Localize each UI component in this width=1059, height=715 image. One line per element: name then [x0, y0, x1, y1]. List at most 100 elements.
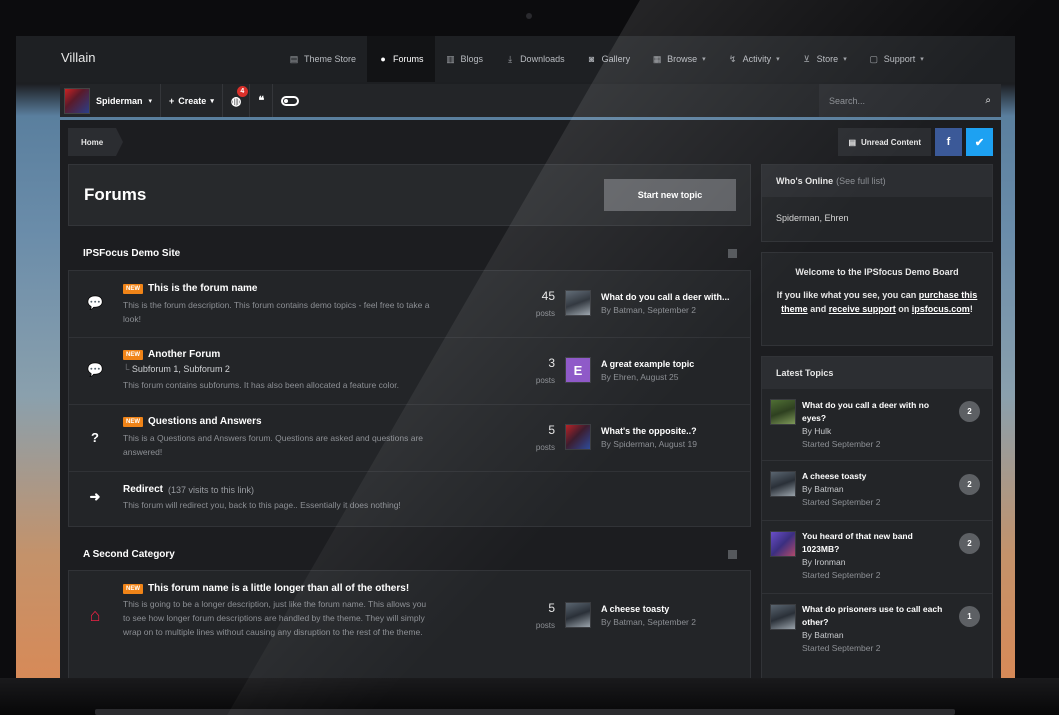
ipsfocus-link[interactable]: ipsfocus.com	[912, 304, 970, 314]
last-poster-avatar[interactable]	[565, 424, 591, 450]
new-badge: NEW	[123, 583, 143, 594]
twitter-button[interactable]: t✔	[966, 128, 993, 156]
forum-row[interactable]: 💬 NEW This is the forum name This is the …	[69, 271, 750, 338]
nav-blogs[interactable]: ▥ Blogs	[435, 36, 495, 82]
category-forums: ⌂ NEW This forum name is a little longer …	[68, 570, 751, 678]
collapse-icon[interactable]	[728, 550, 737, 559]
latest-topic-item[interactable]: You heard of that new band 1023MB? By Iro…	[762, 521, 992, 594]
create-button[interactable]: + Create ▾	[161, 84, 223, 117]
question-icon: ?	[91, 430, 99, 445]
nav-forums[interactable]: ● Forums	[367, 36, 435, 82]
chevron-down-icon: ▾	[148, 97, 153, 105]
topic-title[interactable]: What do you call a deer with no eyes?	[802, 399, 947, 425]
forum-title[interactable]: NEW This forum name is a little longer th…	[123, 583, 409, 594]
topic-author: By Hulk	[802, 426, 832, 436]
nav-label: Browse	[667, 54, 698, 64]
nav-items: ▤ Theme Store ● Forums ▥ Blogs ⤓ Downloads ◙…	[278, 36, 935, 82]
post-count: 45 posts	[515, 289, 555, 321]
avatar[interactable]	[770, 531, 796, 557]
post-count-value: 5	[548, 423, 555, 437]
theme-toggle[interactable]	[273, 84, 307, 117]
nav-downloads[interactable]: ⤓ Downloads	[494, 36, 576, 82]
grid-icon: ▦	[652, 53, 662, 64]
reply-count-badge: 2	[959, 474, 980, 495]
notifications-button[interactable]: ◍ 4	[223, 84, 251, 117]
avatar[interactable]	[770, 399, 796, 425]
nav-label: Store	[816, 54, 839, 64]
category-title[interactable]: A Second Category	[83, 549, 175, 560]
nav-browse[interactable]: ▦ Browse ▾	[641, 36, 717, 82]
avatar[interactable]	[770, 471, 796, 497]
search-placeholder: Search...	[829, 95, 866, 106]
post-count: 5 posts	[515, 601, 555, 633]
forum-row[interactable]: 💬 NEW Another Forum └ Subforum 1, Subforu…	[69, 338, 750, 405]
nav-gallery[interactable]: ◙ Gallery	[576, 36, 642, 82]
category-title[interactable]: IPSFocus Demo Site	[83, 248, 180, 259]
toggle-icon	[281, 95, 300, 106]
online-users[interactable]: Spiderman, Ehren	[762, 197, 992, 223]
chevron-down-icon: ▾	[920, 56, 924, 63]
nav-theme-store[interactable]: ▤ Theme Store	[278, 36, 367, 82]
messages-button[interactable]: ❝	[250, 84, 274, 117]
last-post-title[interactable]: A cheese toasty	[601, 604, 669, 614]
widget-title: Latest Topics	[762, 357, 992, 389]
latest-topic-text: What do you call a deer with no eyes? By …	[802, 399, 947, 451]
forum-name: This is the forum name	[148, 283, 258, 294]
site-brand[interactable]: Villain	[61, 50, 95, 65]
forum-title[interactable]: NEW Another Forum	[123, 349, 220, 360]
forum-row[interactable]: ➜ Redirect (137 visits to this link) This…	[69, 472, 750, 526]
breadcrumb-home[interactable]: Home	[68, 128, 124, 156]
last-post-title[interactable]: A great example topic	[601, 359, 694, 369]
subforum-links[interactable]: Subforum 1, Subforum 2	[132, 364, 230, 374]
forum-row[interactable]: ⌂ NEW This forum name is a little longer …	[69, 571, 750, 678]
collapse-icon[interactable]	[728, 249, 737, 258]
forum-title[interactable]: NEW This is the forum name	[123, 283, 257, 294]
chat-icon: ●	[380, 54, 386, 64]
latest-topic-item[interactable]: A cheese toasty By Batman Started Septembe…	[762, 461, 992, 521]
breadcrumb-bar: Home ▤ Unread Content f t✔	[68, 128, 993, 156]
category-forums: 💬 NEW This is the forum name This is the …	[68, 270, 751, 527]
search-icon[interactable]: ⌕	[985, 95, 991, 106]
post-count: 3 posts	[515, 356, 555, 388]
last-poster-avatar[interactable]	[565, 602, 591, 628]
last-poster-avatar[interactable]	[565, 290, 591, 316]
arrow-right-icon: ➜	[89, 489, 101, 504]
latest-topic-text: What do prisoners use to call each other…	[802, 603, 947, 655]
topic-started: Started September 2	[802, 570, 881, 580]
list-icon: ▤	[848, 137, 856, 147]
latest-topics-widget: Latest Topics What do you call a deer wi…	[761, 356, 993, 678]
nav-support[interactable]: ▢ Support ▾	[858, 36, 935, 82]
topic-title[interactable]: What do prisoners use to call each other…	[802, 603, 947, 629]
latest-topic-item[interactable]: What do prisoners use to call each other…	[762, 594, 992, 678]
start-new-topic-button[interactable]: Start new topic	[604, 179, 736, 211]
nav-store[interactable]: ⊻ Store ▾	[791, 36, 858, 82]
user-menu[interactable]: Spiderman ▾	[60, 84, 162, 117]
last-post-title[interactable]: What do you call a deer with...	[601, 292, 730, 302]
see-full-list-link[interactable]: (See full list)	[836, 176, 886, 186]
subforum-list[interactable]: └ Subforum 1, Subforum 2	[123, 364, 230, 374]
nav-label: Forums	[393, 54, 424, 64]
forum-name: This forum name is a little longer than …	[148, 583, 410, 594]
topic-author: By Ironman	[802, 557, 846, 567]
forum-description: This forum will redirect you, back to th…	[123, 500, 401, 510]
unread-content-button[interactable]: ▤ Unread Content	[838, 128, 931, 156]
cart-icon: ⊻	[803, 53, 810, 64]
search-input[interactable]: Search... ⌕	[819, 84, 1001, 117]
forum-title[interactable]: NEW Questions and Answers	[123, 416, 262, 427]
facebook-button[interactable]: f	[935, 128, 962, 156]
forum-title[interactable]: Redirect (137 visits to this link)	[123, 484, 254, 495]
avatar[interactable]	[770, 604, 796, 630]
support-link[interactable]: receive support	[829, 304, 896, 314]
last-post-title[interactable]: What's the opposite..?	[601, 426, 697, 436]
topic-title[interactable]: A cheese toasty	[802, 470, 947, 483]
nav-activity[interactable]: ↯ Activity ▾	[717, 36, 791, 82]
forum-row[interactable]: ? NEW Questions and Answers This is a Que…	[69, 405, 750, 472]
topic-title[interactable]: You heard of that new band 1023MB?	[802, 530, 947, 556]
page-title: Forums	[84, 185, 147, 204]
notification-badge: 4	[236, 86, 248, 97]
welcome-on: on	[898, 304, 910, 314]
redirect-visits: (137 visits to this link)	[168, 484, 255, 495]
last-poster-avatar[interactable]: E	[565, 357, 591, 383]
forum-description: This is going to be a longer description…	[123, 599, 427, 637]
latest-topic-item[interactable]: What do you call a deer with no eyes? By …	[762, 389, 992, 461]
